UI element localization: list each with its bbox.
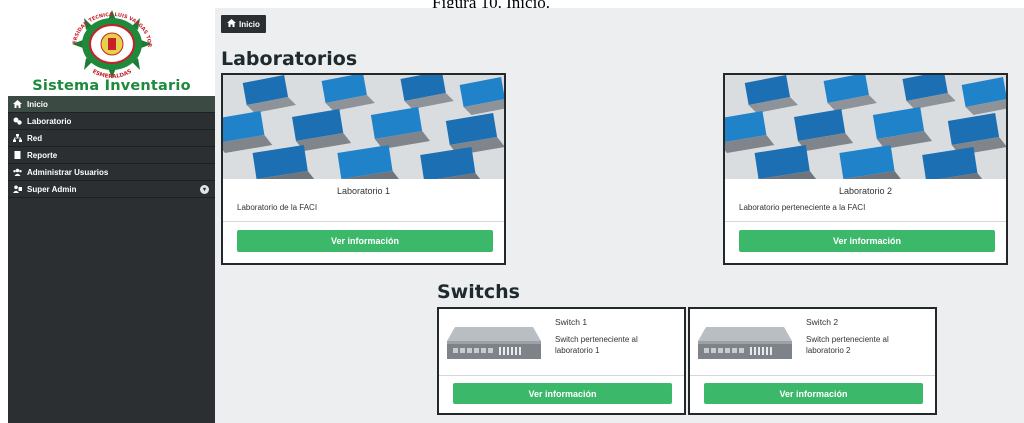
divider — [439, 375, 684, 376]
chevron-down-icon[interactable]: ▾ — [200, 185, 209, 194]
sidebar-item-super-admin[interactable]: Super Admin ▾ — [8, 181, 215, 198]
users-icon — [12, 168, 22, 177]
sidebar-item-label: Laboratorio — [27, 116, 72, 126]
switchs-title: Switchs — [437, 281, 520, 303]
sidebar-item-label: Administrar Usuarios — [27, 167, 109, 177]
ver-informacion-button[interactable]: Ver información — [704, 383, 923, 404]
lab-name: Laboratorio 2 — [838, 186, 893, 196]
sidebar-item-red[interactable]: Red — [8, 130, 215, 147]
lab-description: Laboratorio perteneciente a la FACI — [739, 203, 866, 212]
home-icon — [12, 100, 22, 109]
switch-image — [447, 327, 541, 359]
sidebar-item-label: Super Admin — [27, 184, 77, 194]
switch-description: Switch perteneciente al laboratorio 1 — [555, 335, 638, 355]
ver-informacion-button[interactable]: Ver información — [739, 230, 995, 252]
network-icon — [12, 134, 22, 143]
switch-name: Switch 1 — [555, 317, 588, 327]
ver-informacion-button[interactable]: Ver información — [453, 383, 672, 404]
sidebar-menu: Inicio Laboratorio Red Reporte Administr… — [8, 96, 215, 198]
lab-icon — [12, 117, 22, 126]
breadcrumb-label: Inicio — [239, 19, 260, 29]
sidebar-item-label: Inicio — [27, 99, 48, 109]
lab-name: Laboratorio 1 — [336, 186, 391, 196]
sidebar-item-reporte[interactable]: Reporte — [8, 147, 215, 164]
divider — [690, 375, 935, 376]
ver-informacion-button[interactable]: Ver información — [237, 230, 493, 252]
sidebar-item-label: Red — [27, 133, 43, 143]
sidebar: UNIVERSIDAD TECNICA LUIS VARGAS TORRES E… — [8, 8, 215, 423]
laptops-image — [715, 71, 1015, 191]
switch-image — [698, 327, 792, 359]
brand-title: Sistema Inventario — [32, 78, 191, 94]
breadcrumb[interactable]: Inicio — [221, 15, 266, 33]
lab-description: Laboratorio de la FACI — [237, 203, 318, 212]
lab-card: Laboratorio 1 Laboratorio de la FACI Ver… — [213, 71, 513, 265]
report-icon — [12, 151, 22, 160]
laptops-image — [213, 71, 513, 191]
home-icon — [227, 19, 236, 29]
switch-card: Switch 2 Switch perteneciente al laborat… — [688, 307, 937, 415]
switch-name: Switch 2 — [806, 317, 839, 327]
divider — [223, 221, 504, 222]
lab-card: Laboratorio 2 Laboratorio perteneciente … — [715, 71, 1015, 265]
sidebar-item-laboratorio[interactable]: Laboratorio — [8, 113, 215, 130]
laboratorios-title: Laboratorios — [221, 48, 358, 70]
sidebar-item-administrar-usuarios[interactable]: Administrar Usuarios — [8, 164, 215, 181]
switch-description: Switch perteneciente al laboratorio 2 — [806, 335, 889, 355]
sidebar-item-label: Reporte — [27, 150, 58, 160]
admin-icon — [12, 185, 22, 194]
divider — [725, 221, 1006, 222]
university-logo: UNIVERSIDAD TECNICA LUIS VARGAS TORRES E… — [56, 8, 152, 80]
brand-header: UNIVERSIDAD TECNICA LUIS VARGAS TORRES E… — [8, 8, 215, 96]
sidebar-item-inicio[interactable]: Inicio — [8, 96, 215, 113]
switch-card: Switch 1 Switch perteneciente al laborat… — [437, 307, 686, 415]
